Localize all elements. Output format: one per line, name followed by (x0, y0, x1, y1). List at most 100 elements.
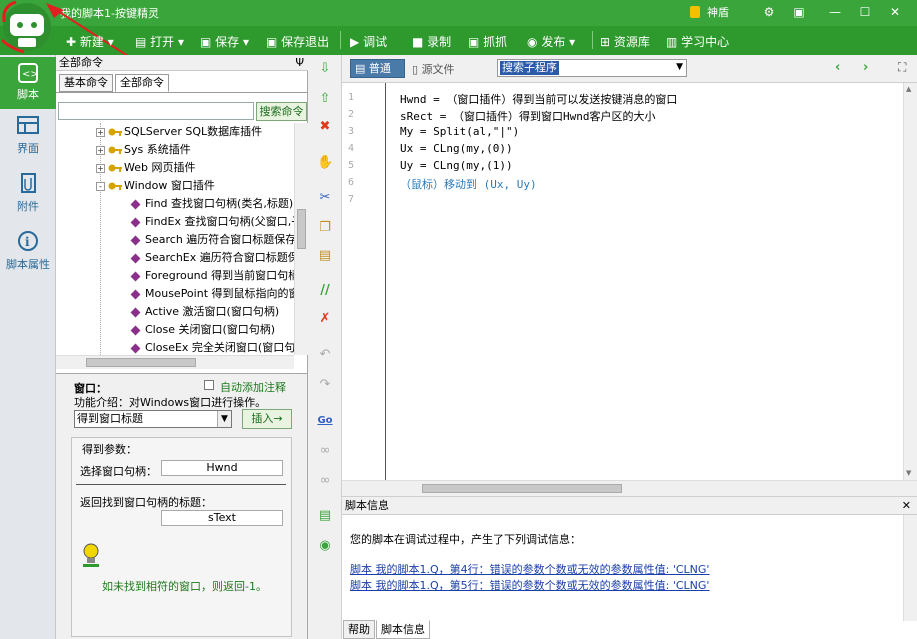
expand-icon[interactable]: + (96, 145, 105, 155)
editor-vertical-scrollbar[interactable]: ▲ ▼ (903, 83, 917, 480)
info-vertical-scrollbar[interactable] (903, 515, 917, 621)
editor-hscroll-thumb[interactable] (422, 484, 622, 493)
minimize-icon[interactable]: — (826, 4, 844, 20)
resources-button[interactable]: ⊞ 资源库 (600, 33, 650, 50)
previous-icon[interactable]: ‹ (835, 60, 840, 75)
tree-item[interactable]: Close 关闭窗口(窗口句柄) (130, 321, 275, 339)
error-link-line4[interactable]: 脚本 我的脚本1.Q，第4行：错误的参数个数或无效的参数属性值: 'CLNG' (350, 561, 709, 577)
tab-divider (56, 92, 308, 93)
chevron-down-icon[interactable]: ▼ (676, 62, 683, 72)
code-line[interactable]: Ux = CLng(my,(0)) (400, 142, 513, 155)
tree-item[interactable]: MousePoint 得到鼠标指向的窗 (130, 285, 294, 303)
code-line[interactable]: sRect = （窗口插件）得到窗口Hwnd客户区的大小 (400, 108, 655, 124)
function-select[interactable]: 得到窗口标题 ▼ (74, 410, 232, 428)
param-window-handle-input[interactable]: Hwnd (161, 460, 283, 476)
tree-item[interactable]: - Window 窗口插件 (96, 177, 215, 195)
tree-hscroll-thumb[interactable] (86, 358, 196, 367)
cut-icon[interactable]: ✂ (317, 190, 333, 206)
restore-icon[interactable]: ▣ (790, 4, 808, 20)
learn-center-button[interactable]: ▥ 学习中心 (666, 33, 729, 50)
tab-help[interactable]: 帮助 (343, 620, 375, 639)
tree-item[interactable]: CloseEx 完全关闭窗口(窗口句 (130, 339, 294, 355)
nav-item-ui[interactable]: 界面 (0, 115, 56, 165)
tab-basic-commands[interactable]: 基本命令 (59, 74, 113, 92)
nav-item-script[interactable]: <> 脚本 (0, 57, 56, 109)
redo-icon[interactable]: ↷ (317, 377, 333, 393)
maximize-icon[interactable]: ☐ (856, 4, 874, 20)
list-icon[interactable]: ▤ (317, 508, 333, 524)
toolbar-divider (340, 31, 341, 49)
uncomment-icon[interactable]: ✗ (317, 311, 333, 327)
settings-icon[interactable]: ⚙ (760, 4, 778, 20)
shield-icon (690, 6, 700, 18)
replace-icon[interactable]: ∞ (317, 473, 333, 489)
arrow-down-icon[interactable]: ⇩ (317, 61, 333, 77)
tree-item[interactable]: Foreground 得到当前窗口句柄 (130, 267, 294, 285)
scroll-up-icon[interactable]: ▲ (906, 85, 911, 93)
collapse-icon[interactable]: - (96, 181, 105, 191)
code-line[interactable]: （鼠标）移动到 (Ux, Uy) (400, 176, 537, 192)
tree-item[interactable]: SearchEx 遍历符合窗口标题保 (130, 249, 294, 267)
tab-all-commands[interactable]: 全部命令 (115, 74, 169, 92)
command-search-input[interactable] (58, 102, 254, 120)
nav-item-attachment[interactable]: 附件 (0, 173, 56, 223)
tree-item[interactable]: Active 激活窗口(窗口句柄) (130, 303, 279, 321)
save-exit-button[interactable]: ▣ 保存退出 (266, 33, 329, 50)
error-link-line5[interactable]: 脚本 我的脚本1.Q，第5行：错误的参数个数或无效的参数属性值: 'CLNG' (350, 577, 709, 593)
shield-label[interactable]: 神盾 (707, 4, 729, 20)
save-button[interactable]: ▣ 保存 ▾ (200, 33, 249, 50)
source-file-icon: ▯ (412, 63, 419, 76)
copy-icon[interactable]: ❐ (317, 220, 333, 236)
arrow-up-icon[interactable]: ⇧ (317, 91, 333, 107)
tab-normal[interactable]: ▤ 普通 (350, 59, 405, 78)
hand-icon[interactable]: ✋ (317, 155, 333, 171)
publish-button[interactable]: ◉ 发布 ▾ (527, 33, 575, 50)
tree-item[interactable]: Find 查找窗口句柄(类名,标题)[ (130, 195, 294, 213)
close-panel-icon[interactable]: ✕ (902, 497, 911, 514)
insert-button[interactable]: 插入→ (242, 409, 292, 429)
auto-comment-checkbox[interactable] (204, 380, 214, 390)
comment-icon[interactable]: // (317, 283, 333, 299)
chevron-down-icon[interactable]: ▼ (217, 411, 231, 427)
subroutine-search-select[interactable]: 搜索子程序 ▼ (497, 59, 687, 77)
record-button[interactable]: ■ 录制 (412, 33, 451, 50)
tree-scroll-thumb[interactable] (297, 209, 306, 249)
open-button[interactable]: ▤ 打开 ▾ (135, 33, 184, 50)
line-number: 6 (348, 177, 355, 188)
delete-icon[interactable]: ✖ (317, 119, 333, 135)
nav-item-script-props[interactable]: i 脚本属性 (0, 231, 56, 281)
tree-item[interactable]: + Web 网页插件 (96, 159, 195, 177)
code-line[interactable]: Hwnd = （窗口插件）得到当前可以发送按键消息的窗口 (400, 91, 677, 107)
command-icon (130, 235, 141, 245)
editor-horizontal-scrollbar[interactable] (342, 480, 917, 496)
fullscreen-icon[interactable]: ⛶ (898, 60, 906, 75)
code-line[interactable]: My = Split(al,"|") (400, 125, 519, 138)
tree-item[interactable]: Search 遍历符合窗口标题保存 (130, 231, 294, 249)
pin-icon[interactable]: Ψ (295, 55, 304, 70)
new-button[interactable]: ✚ 新建 ▾ (66, 33, 114, 50)
search-command-button[interactable]: 搜索命令 (256, 102, 307, 121)
tree-item[interactable]: + SQLServer SQL数据库插件 (96, 123, 262, 141)
close-icon[interactable]: ✕ (886, 4, 904, 20)
command-tree: + SQLServer SQL数据库插件 + Sys 系统插件 + Web 网页插件 - Wi… (56, 123, 294, 355)
debug-button[interactable]: ▶ 调试 (350, 33, 387, 50)
tree-item[interactable]: + Sys 系统插件 (96, 141, 191, 159)
next-icon[interactable]: › (863, 60, 868, 75)
goto-icon[interactable]: Go (317, 413, 333, 429)
param-return-title-input[interactable]: sText (161, 510, 283, 526)
code-editor[interactable]: ▲ ▼ 1 2 3 4 5 6 7 Hwnd = （窗口插件）得到当前可以发送按键消息的窗口 s… (342, 83, 917, 480)
find-icon[interactable]: ∞ (317, 443, 333, 459)
paste-icon[interactable]: ▤ (317, 248, 333, 264)
tab-source-file[interactable]: ▯ 源文件 (412, 61, 455, 77)
tree-horizontal-scrollbar[interactable] (56, 355, 294, 369)
tab-script-info[interactable]: 脚本信息 (376, 620, 430, 639)
tree-item[interactable]: FindEx 查找窗口句柄(父窗口,子 (130, 213, 294, 231)
expand-icon[interactable]: + (96, 127, 105, 137)
tree-vertical-scrollbar[interactable] (294, 123, 308, 355)
scroll-down-icon[interactable]: ▼ (906, 469, 911, 477)
expand-icon[interactable]: + (96, 163, 105, 173)
capture-button[interactable]: ▣ 抓抓 (468, 33, 507, 50)
code-line[interactable]: Uy = CLng(my,(1)) (400, 159, 513, 172)
undo-icon[interactable]: ↶ (317, 347, 333, 363)
eye-icon[interactable]: ◉ (317, 538, 333, 554)
